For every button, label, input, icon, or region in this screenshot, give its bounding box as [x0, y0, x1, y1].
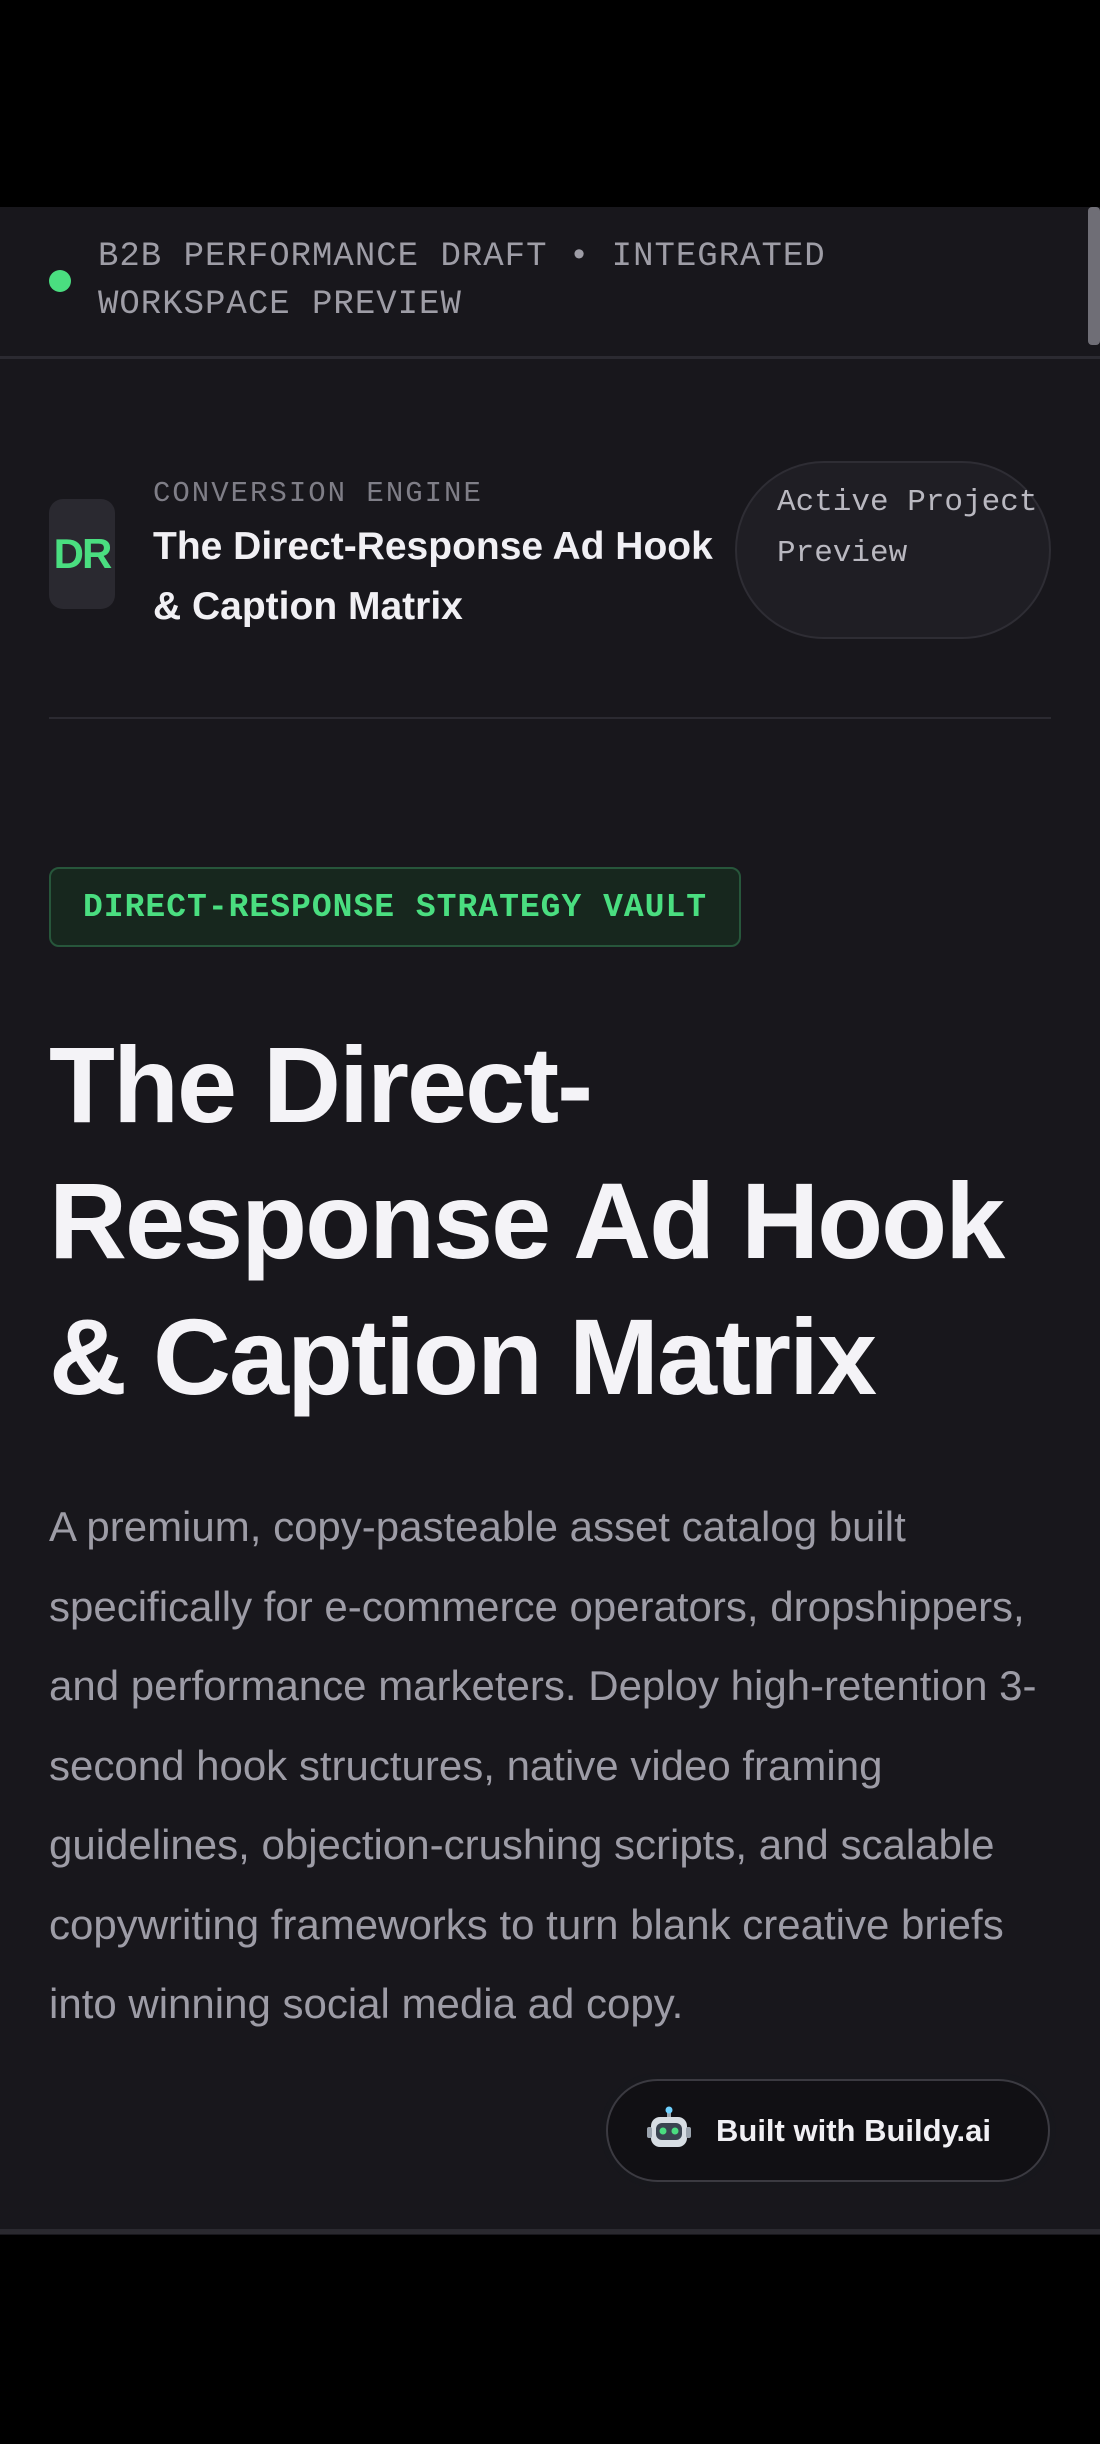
bottom-edge — [0, 2229, 1100, 2234]
app-screen: B2B PERFORMANCE DRAFT • INTEGRATED WORKS… — [0, 207, 1100, 2235]
banner-text: B2B PERFORMANCE DRAFT • INTEGRATED WORKS… — [98, 238, 826, 324]
header-title: The Direct-Response Ad Hook & Caption Ma… — [153, 525, 713, 628]
status-badge: Active Project Preview — [735, 461, 1051, 639]
header-eyebrow: CONVERSION ENGINE — [153, 477, 483, 510]
scrollbar-thumb[interactable] — [1088, 207, 1100, 345]
built-with-buildy-button[interactable]: Built with Buildy.ai — [606, 2079, 1050, 2182]
page-title: The Direct-Response Ad Hook & Caption Ma… — [49, 1024, 1005, 1417]
vault-tag: DIRECT-RESPONSE STRATEGY VAULT — [49, 867, 742, 947]
robot-icon — [647, 2106, 691, 2147]
buildy-label: Built with Buildy.ai — [716, 2112, 991, 2148]
status-dot — [49, 270, 71, 292]
preview-banner: B2B PERFORMANCE DRAFT • INTEGRATED WORKS… — [0, 207, 1100, 359]
logo-badge: DR — [49, 499, 115, 609]
divider — [49, 717, 1051, 719]
hero-description: A premium, copy-pasteable asset catalog … — [49, 1503, 1037, 2027]
